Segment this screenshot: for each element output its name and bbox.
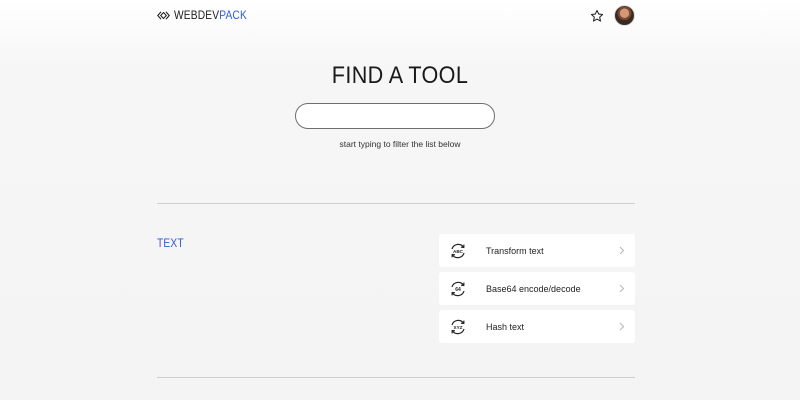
tool-item-hash-text[interactable]: XYZ Hash text — [439, 310, 635, 343]
diamond-code-icon — [157, 10, 170, 20]
abc-cycle-icon: ABC — [449, 242, 467, 260]
star-icon[interactable] — [589, 8, 605, 24]
avatar[interactable] — [614, 5, 635, 26]
base64-cycle-icon: 64 — [449, 280, 467, 298]
tool-list: ABC Transform text 64 Base64 encode/deco… — [439, 234, 635, 348]
tool-icon-text: XYZ — [454, 324, 463, 329]
tool-icon-text: 64 — [455, 286, 461, 292]
logo[interactable]: WEBDEVPACK — [157, 8, 260, 22]
search-input[interactable] — [295, 103, 495, 129]
chevron-right-icon — [619, 280, 625, 298]
tool-label: Base64 encode/decode — [486, 283, 581, 294]
logo-text-webdev: WEBDEV — [174, 8, 220, 22]
tool-label: Transform text — [486, 245, 544, 256]
tool-icon-text: ABC — [453, 248, 464, 253]
logo-text: WEBDEVPACK — [174, 8, 247, 22]
section-title-text: TEXT — [157, 236, 184, 250]
header: WEBDEVPACK — [157, 0, 635, 30]
xyz-cycle-icon: XYZ — [449, 318, 467, 336]
logo-text-pack: PACK — [219, 8, 247, 22]
divider — [157, 203, 635, 204]
search-hint: start typing to filter the list below — [339, 139, 461, 149]
header-actions — [589, 5, 635, 26]
tool-item-base64[interactable]: 64 Base64 encode/decode — [439, 272, 635, 305]
tool-label: Hash text — [486, 321, 525, 332]
chevron-right-icon — [619, 242, 625, 260]
page-title: FIND A TOOL — [331, 62, 469, 89]
tool-item-transform-text[interactable]: ABC Transform text — [439, 234, 635, 267]
divider — [157, 377, 635, 378]
chevron-right-icon — [619, 318, 625, 336]
